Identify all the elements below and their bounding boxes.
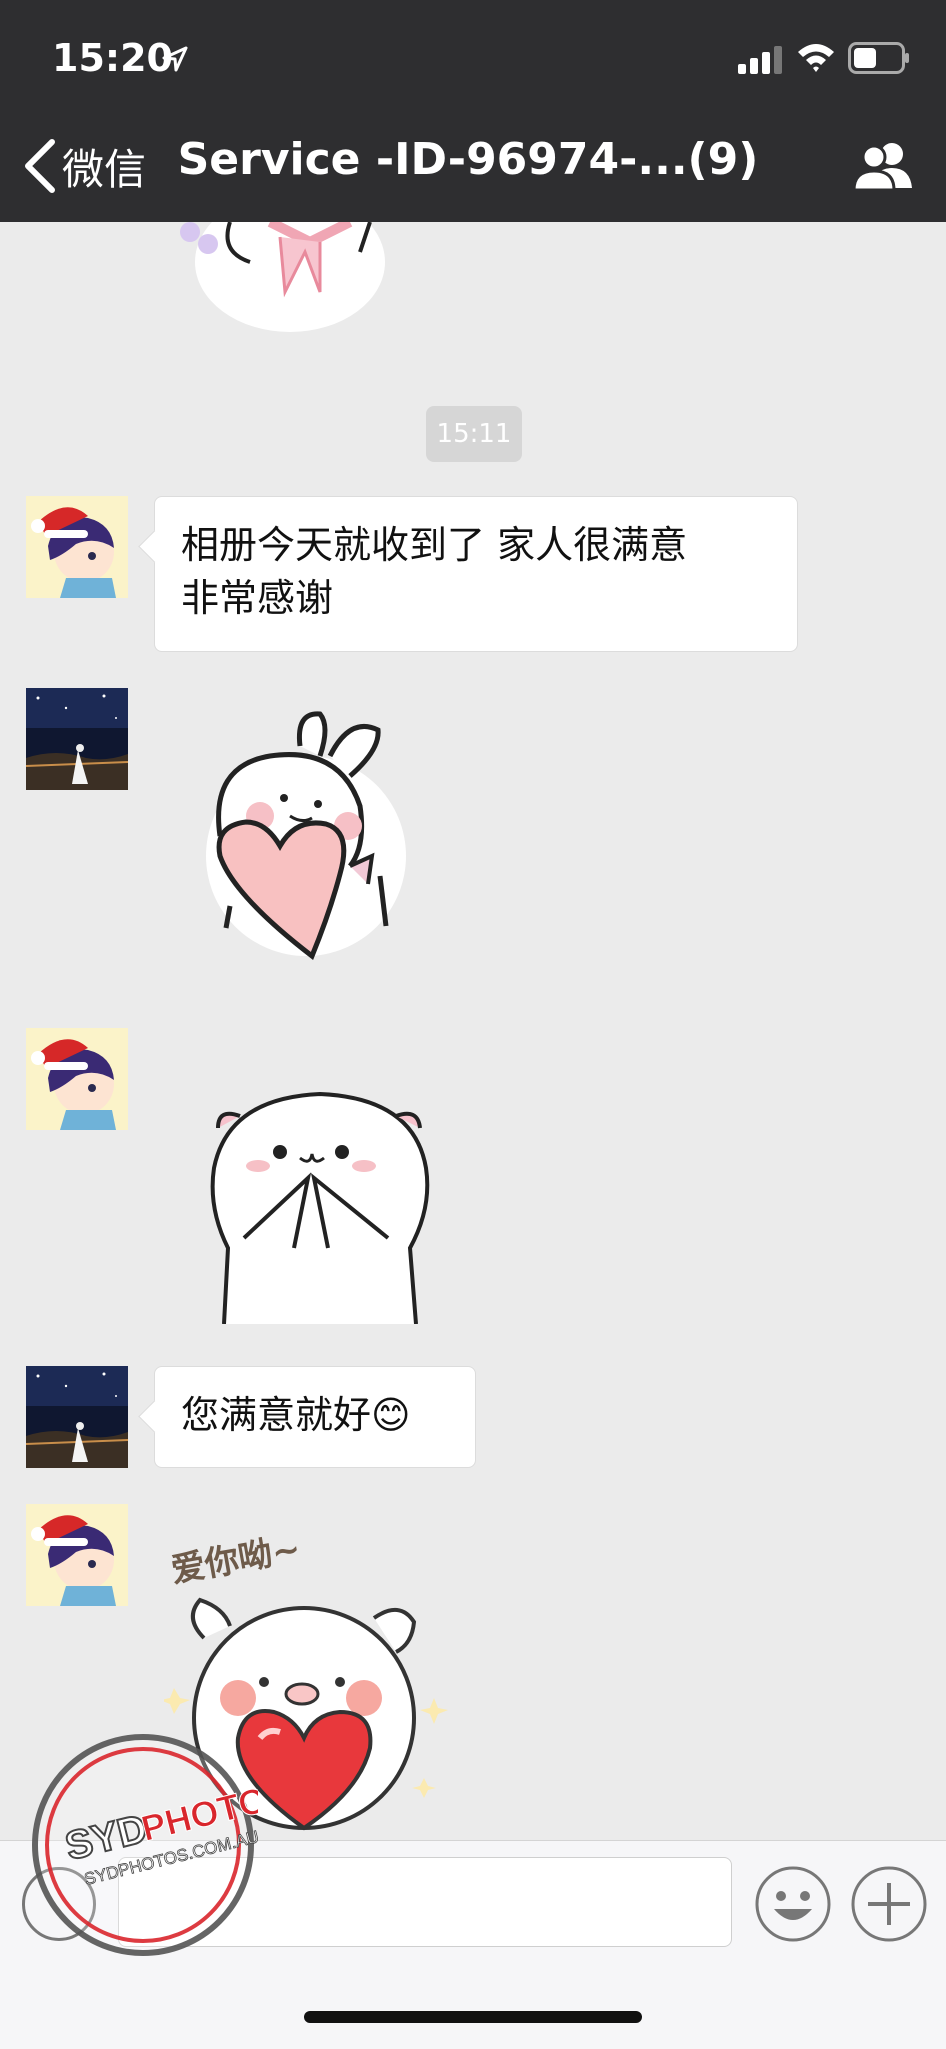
avatar-service[interactable] (26, 1366, 128, 1468)
message-text: 您满意就好 (181, 1393, 372, 1437)
status-time: 15:20 (52, 36, 173, 80)
chevron-left-icon (25, 139, 55, 193)
chat-timestamp: 15:11 (426, 406, 522, 462)
home-indicator[interactable] (304, 2011, 642, 2023)
previous-sticker[interactable] (170, 222, 400, 332)
message-text-line: 非常感谢 (181, 576, 334, 621)
message-bubble-received[interactable]: 相册今天就收到了 家人很满意 非常感谢 (154, 496, 798, 652)
sticker-bunny-heart[interactable] (200, 706, 420, 966)
avatar-customer[interactable] (26, 1504, 128, 1606)
plus-icon[interactable] (850, 1865, 928, 1943)
top-bar: 15:20 微信 Service -ID-96974-...(9) (0, 0, 946, 222)
smile-emoji-icon: 😊 (371, 1393, 411, 1437)
avatar-customer[interactable] (26, 1028, 128, 1130)
message-text-line: 相册今天就收到了 家人很满意 (181, 523, 688, 567)
message-bubble-received[interactable]: 您满意就好😊 (154, 1366, 476, 1468)
location-arrow-icon (162, 46, 188, 72)
back-button[interactable]: 微信 (22, 136, 162, 196)
group-members-icon[interactable] (852, 138, 914, 192)
chat-area[interactable]: 15:11 相册今天就收到了 家人很满意 非常感谢 您满意就好😊 爱你呦~ (0, 222, 946, 1840)
avatar-customer[interactable] (26, 496, 128, 598)
wifi-icon (798, 44, 834, 72)
back-label: 微信 (62, 144, 147, 194)
avatar-service[interactable] (26, 688, 128, 790)
sticker-bear-thanks[interactable] (204, 1088, 434, 1324)
sydphotos-watermark-logo: SYD PHOTOS SYDPHOTOS.COM.AU (32, 1734, 258, 1956)
signal-icon (738, 46, 782, 74)
chat-title: Service -ID-96974-...(9) (177, 134, 759, 185)
battery-icon (848, 42, 909, 74)
emoji-icon[interactable] (754, 1865, 832, 1943)
